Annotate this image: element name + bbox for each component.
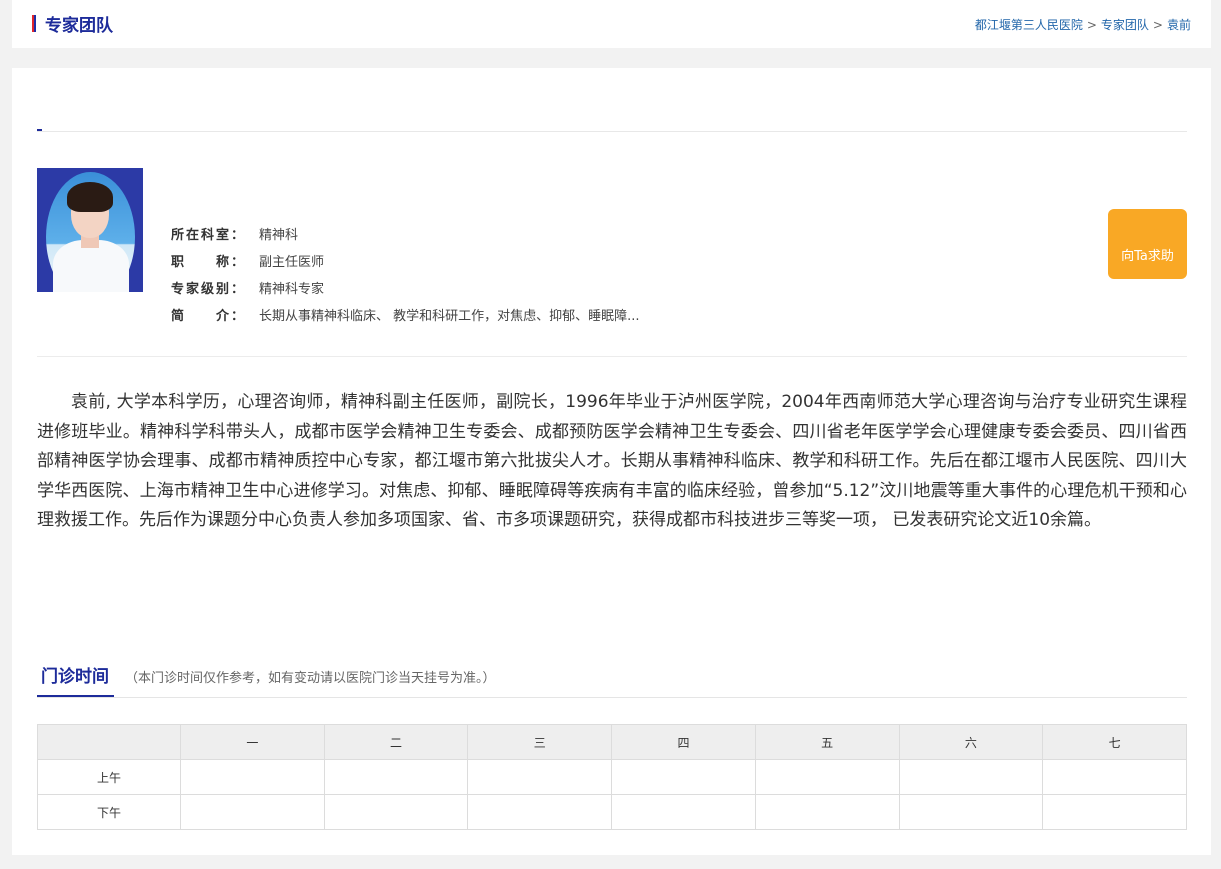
breadcrumb-separator: > [1086,18,1097,32]
info-value: 精神科 [259,228,299,243]
doctor-bio: 袁前, 大学本科学历，心理咨询师，精神科副主任医师，副院长，1996年毕业于泸州… [37,392,1187,530]
breadcrumb-home-link[interactable]: 都江堰第三人民医院 [975,18,1083,32]
day-header: 一 [180,724,325,760]
schedule-cell [180,759,325,795]
info-row-department: 所在科室： 精神科 [171,222,640,249]
table-header-row: 一 二 三 四 五 六 七 [37,724,1187,760]
info-label: 专家级别： [171,282,247,297]
info-value: 长期从事精神科临床、 教学和科研工作，对焦虑、抑郁、睡眠障... [259,309,640,324]
schedule-cell [611,759,756,795]
divider-accent [37,129,42,131]
page-header: 专家团队 都江堰第三人民医院 > 专家团队 > 袁前 [12,0,1211,48]
schedule-cell [323,794,469,830]
schedule-cell [467,759,613,795]
day-header: 五 [754,724,900,760]
divider [37,356,1187,357]
info-row-title: 职 称： 副主任医师 [171,249,640,276]
period-label: 下午 [37,794,181,830]
info-value: 精神科专家 [259,282,325,297]
day-header: 七 [1042,724,1187,760]
schedule-tab[interactable]: 门诊时间 [41,662,109,687]
doctor-photo [37,168,143,292]
table-corner-cell [37,724,181,760]
info-row-level: 专家级别： 精神科专家 [171,276,640,303]
title-marker [32,15,36,32]
schedule-cell [754,759,900,795]
schedule-cell [467,794,613,830]
day-header: 六 [898,724,1044,760]
schedule-table: 一 二 三 四 五 六 七 上午 下午 [37,724,1187,830]
doctor-detail-panel: 所在科室： 精神科 职 称： 副主任医师 专家级别： 精神科专家 简 介： 长期… [12,68,1211,855]
day-header: 二 [323,724,469,760]
doctor-info: 所在科室： 精神科 职 称： 副主任医师 专家级别： 精神科专家 简 介： 长期… [171,222,640,330]
page-title: 专家团队 [45,16,113,36]
schedule-cell [323,759,469,795]
schedule-cell [898,794,1044,830]
breadcrumb-current[interactable]: 袁前 [1167,18,1191,32]
schedule-tab-underline [37,695,114,697]
schedule-cell [611,794,756,830]
info-row-intro: 简 介： 长期从事精神科临床、 教学和科研工作，对焦虑、抑郁、睡眠障... [171,303,640,330]
divider [37,131,1187,132]
table-row: 上午 [37,759,1187,795]
schedule-cell [754,794,900,830]
breadcrumb-team-link[interactable]: 专家团队 [1101,18,1149,32]
info-label: 所在科室： [171,228,247,243]
table-row: 下午 [37,794,1187,830]
breadcrumb-separator: > [1152,18,1163,32]
info-label: 简 介： [171,309,247,324]
ask-help-button[interactable]: 向Ta求助 [1108,209,1187,279]
schedule-header: 门诊时间 （本门诊时间仅作参考，如有变动请以医院门诊当天挂号为准。） [37,660,1187,698]
info-label: 职 称： [171,255,247,270]
period-label: 上午 [37,759,181,795]
day-header: 三 [467,724,613,760]
schedule-cell [180,794,325,830]
schedule-cell [898,759,1044,795]
schedule-cell [1042,759,1187,795]
schedule-cell [1042,794,1187,830]
day-header: 四 [611,724,756,760]
schedule-note: （本门诊时间仅作参考，如有变动请以医院门诊当天挂号为准。） [125,671,496,686]
breadcrumb: 都江堰第三人民医院 > 专家团队 > 袁前 [975,16,1191,33]
info-value: 副主任医师 [259,255,325,270]
